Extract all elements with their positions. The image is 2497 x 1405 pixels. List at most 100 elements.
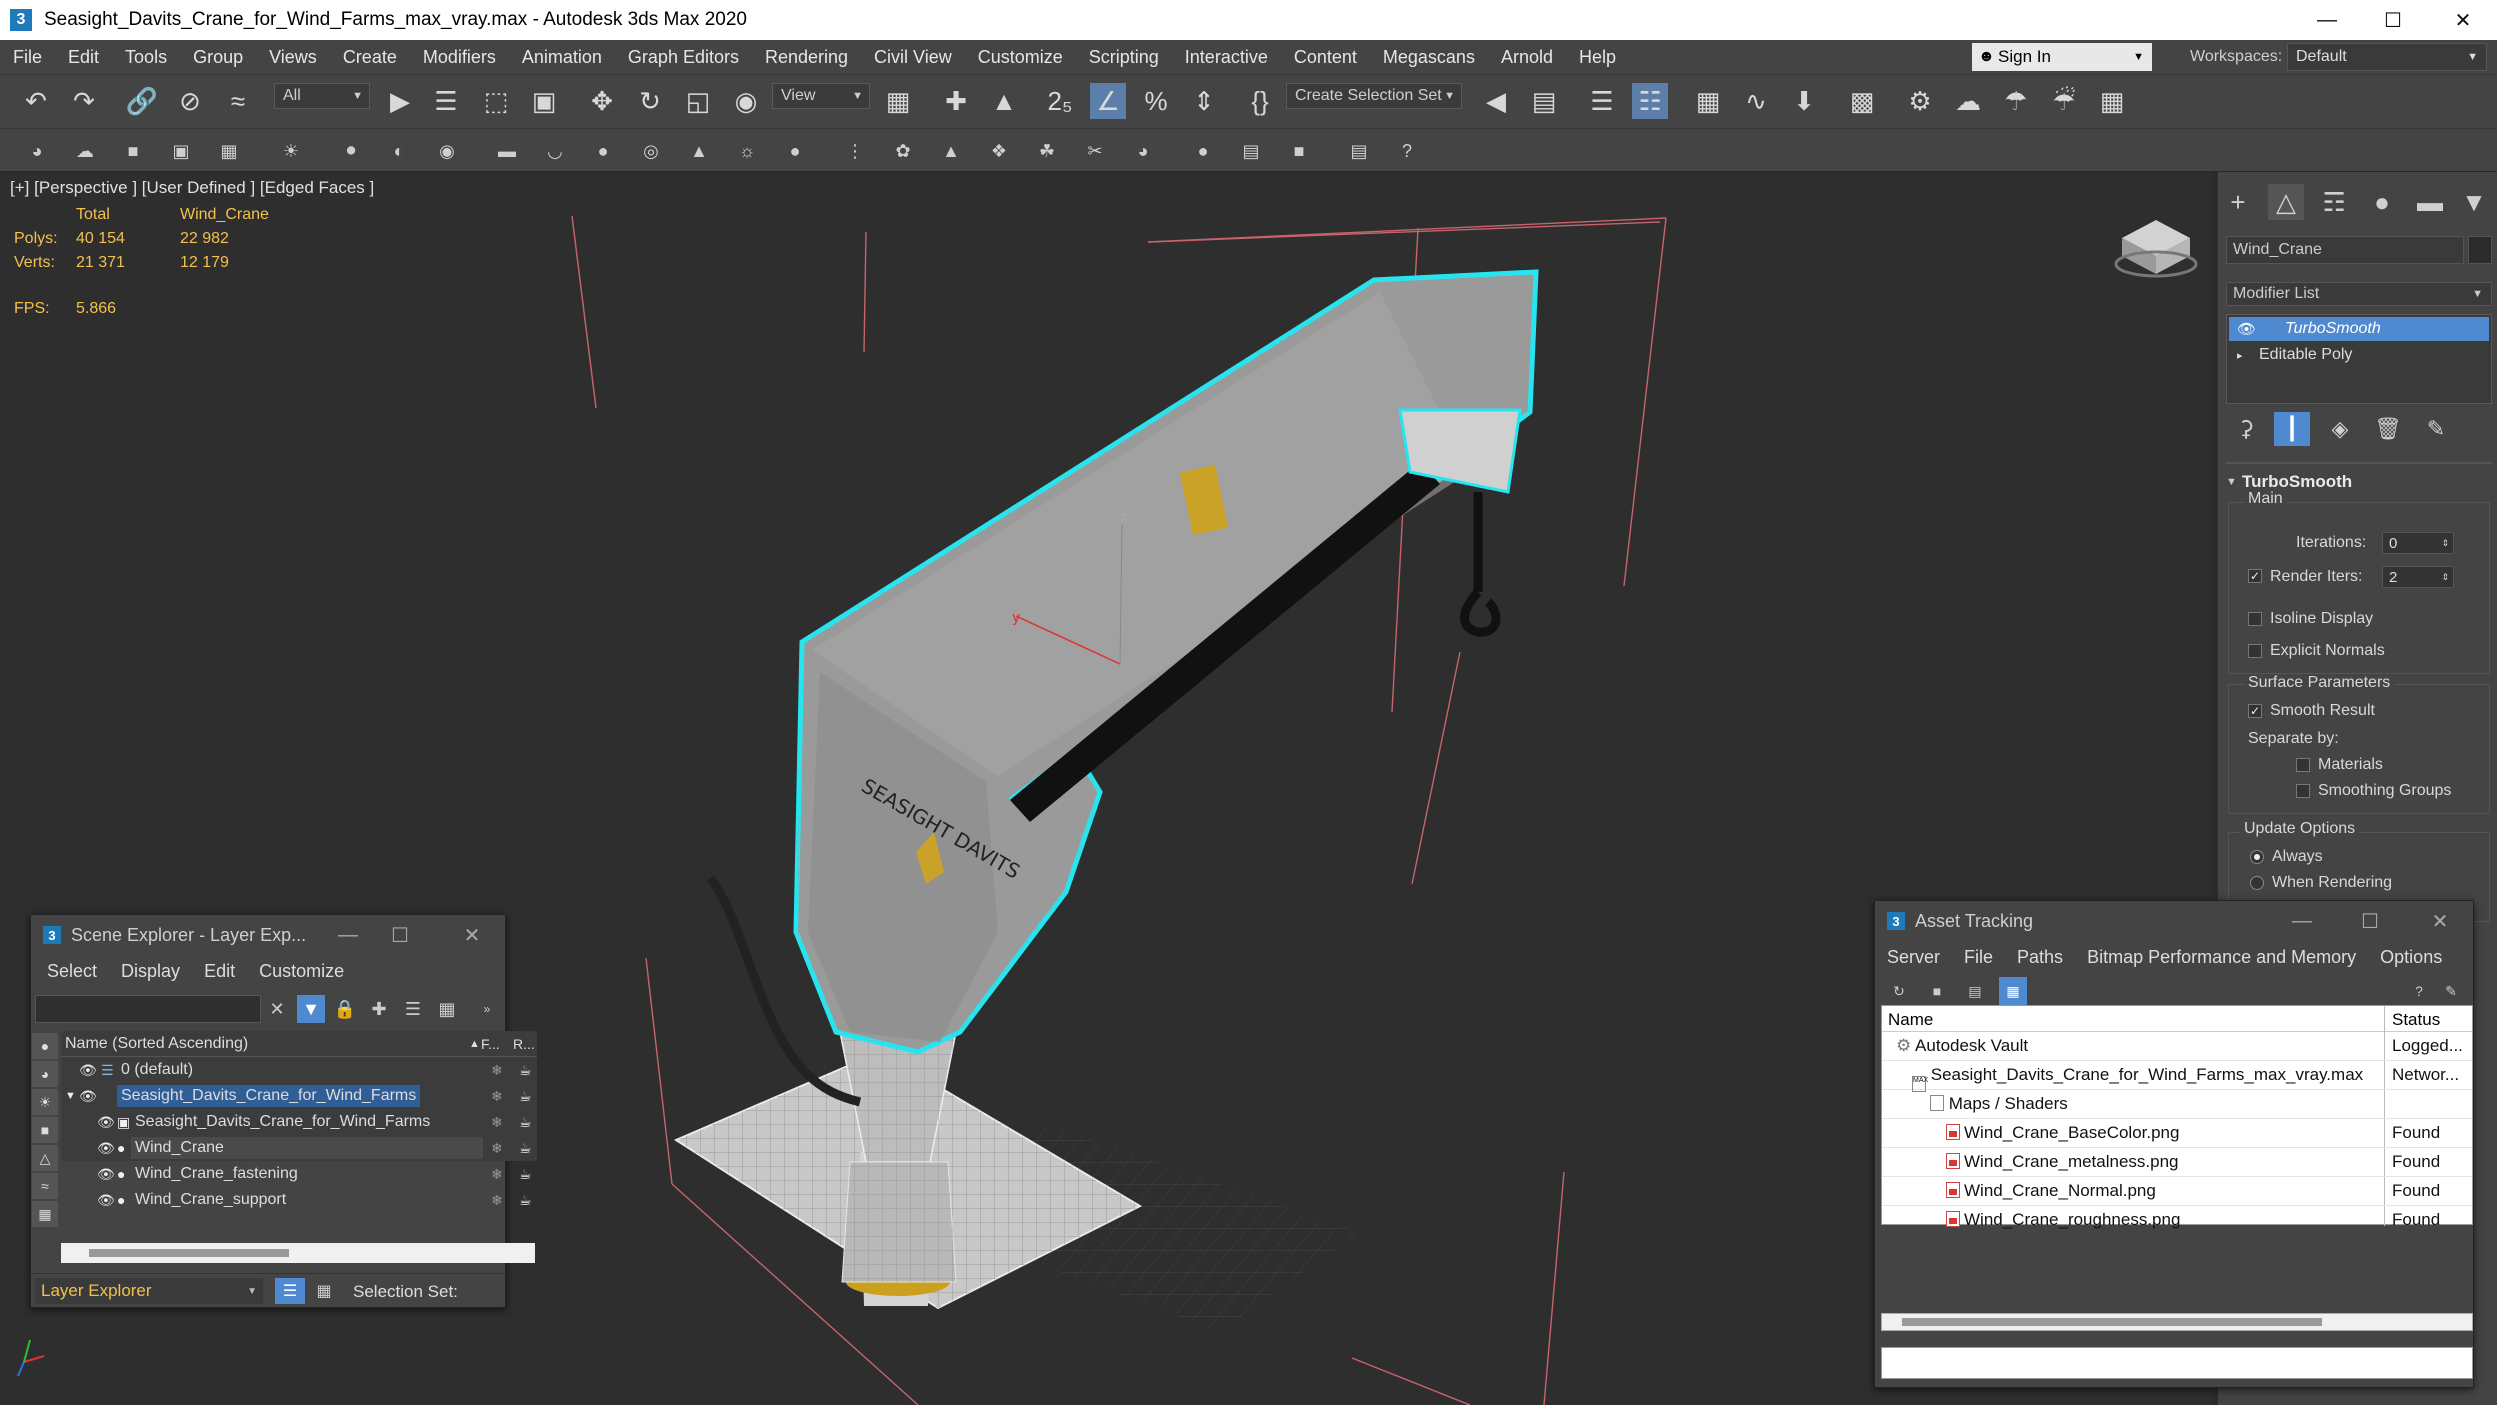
display-geometry-icon[interactable]: ◕ [32, 1061, 58, 1087]
stack-item-turbosmooth[interactable]: 👁 TurboSmooth [2229, 317, 2489, 341]
eye-icon[interactable]: 👁 [79, 1088, 97, 1105]
asset-row[interactable]: Wind_Crane_metalness.png Found [1882, 1148, 2472, 1177]
rendered-frame-window-icon[interactable]: ☁ [1950, 83, 1986, 119]
eye-icon[interactable]: 👁 [97, 1166, 115, 1183]
menu-file[interactable]: File [0, 47, 55, 68]
explicit-normals-checkbox[interactable] [2248, 644, 2262, 658]
object-row[interactable]: 👁 ▣ Seasight_Davits_Crane_for_Wind_Farms… [61, 1109, 537, 1135]
edit-named-selection-icon[interactable]: {} [1242, 83, 1278, 119]
hierarchy-tab-icon[interactable]: ☶ [2316, 184, 2352, 220]
cylinder-icon[interactable]: ▣ [168, 138, 194, 164]
at-col-status[interactable]: Status [2392, 1010, 2440, 1030]
at-menu-options[interactable]: Options [2368, 947, 2454, 968]
particles-icon[interactable]: ⋮ [842, 138, 868, 164]
teapot-icon[interactable]: ◕ [24, 138, 50, 164]
minimize-icon[interactable]: — [331, 919, 365, 951]
display-bones-icon[interactable]: ▦ [32, 1201, 58, 1227]
maximize-icon[interactable]: ☐ [2353, 905, 2387, 937]
render-icon[interactable]: ☕ [519, 1088, 532, 1105]
at-menu-bitmap[interactable]: Bitmap Performance and Memory [2075, 947, 2368, 968]
asset-row[interactable]: Maps / Shaders [1882, 1090, 2472, 1119]
maximize-icon[interactable]: ☐ [383, 919, 417, 951]
show-end-result-icon[interactable]: ┃ [2274, 412, 2310, 446]
freeze-icon[interactable]: ❄ [491, 1140, 503, 1157]
render-icon[interactable]: ☕ [519, 1192, 532, 1209]
display-spacewarps-icon[interactable]: ≈ [32, 1173, 58, 1199]
object-row[interactable]: 👁 ● Wind_Crane ❄ ☕ [61, 1135, 537, 1161]
eye-icon[interactable]: 👁 [97, 1140, 115, 1157]
viewport-label[interactable]: [+] [Perspective ] [User Defined ] [Edge… [10, 178, 374, 198]
scrollbar-thumb[interactable] [89, 1249, 289, 1257]
menu-help[interactable]: Help [1566, 47, 1629, 68]
filter-icon[interactable]: ▼ [297, 995, 325, 1023]
material-editor-icon[interactable]: ▩ [1844, 83, 1880, 119]
modifier-list-dropdown[interactable]: Modifier List ▼ [2226, 282, 2492, 306]
menu-megascans[interactable]: Megascans [1370, 47, 1488, 68]
render-iters-spinner[interactable]: 2 ⇕ [2382, 566, 2454, 588]
se-col-r[interactable]: R... [513, 1036, 535, 1052]
create-tab-icon[interactable]: + [2220, 184, 2256, 220]
layers-icon[interactable]: ☰ [399, 995, 427, 1023]
render-icon[interactable]: ☕ [519, 1062, 532, 1079]
se-col-name[interactable]: Name (Sorted Ascending) [65, 1035, 445, 1053]
globe-icon[interactable]: ● [1190, 138, 1216, 164]
torus-icon[interactable]: ◎ [638, 138, 664, 164]
menu-rendering[interactable]: Rendering [752, 47, 861, 68]
selection-filter-dropdown[interactable]: All ▼ [274, 83, 370, 109]
eye-icon[interactable]: 👁 [79, 1062, 97, 1079]
eye-icon[interactable]: 👁 [97, 1114, 115, 1131]
curve-editor-icon[interactable]: ∿ [1738, 83, 1774, 119]
table-view-icon[interactable]: ▦ [1999, 977, 2027, 1005]
path-input[interactable] [1881, 1347, 2473, 1379]
refresh-icon[interactable]: ↻ [1885, 977, 1913, 1005]
toggle-ribbon-icon[interactable]: ▦ [1690, 83, 1726, 119]
pivot-center-icon[interactable]: ▦ [880, 83, 916, 119]
at-menu-paths[interactable]: Paths [2005, 947, 2075, 968]
sign-in-button[interactable]: ☻ Sign In ▼ [1972, 43, 2152, 71]
schematic-view-icon[interactable]: ⬇ [1786, 83, 1822, 119]
window-crossing-icon[interactable]: ▣ [526, 83, 562, 119]
make-unique-icon[interactable]: ◈ [2322, 412, 2358, 446]
menu-modifiers[interactable]: Modifiers [410, 47, 509, 68]
at-menu-server[interactable]: Server [1875, 947, 1952, 968]
close-icon[interactable]: ✕ [2423, 905, 2457, 937]
volume-icon[interactable]: ◕ [1130, 138, 1156, 164]
display-cameras-icon[interactable]: ■ [32, 1117, 58, 1143]
ball-icon[interactable]: ● [782, 138, 808, 164]
toggle-scene-explorer-icon[interactable]: ☰ [1584, 83, 1620, 119]
align-icon[interactable]: ▤ [1526, 83, 1562, 119]
layer-row[interactable]: 👁 ☰ 0 (default) ❄ ☕ [61, 1057, 537, 1083]
spacewarp-icon[interactable]: ◉ [434, 138, 460, 164]
isoline-display-checkbox[interactable] [2248, 612, 2262, 626]
at-menu-file[interactable]: File [1952, 947, 2005, 968]
box-icon[interactable]: ■ [120, 138, 146, 164]
mirror-icon[interactable]: ◀ [1478, 83, 1514, 119]
clipper-icon[interactable]: ✂ [1082, 138, 1108, 164]
freeze-icon[interactable]: ❄ [491, 1088, 503, 1105]
helper-icon[interactable]: ◐ [386, 138, 412, 164]
menu-views[interactable]: Views [256, 47, 330, 68]
maximize-icon[interactable]: ☐ [2358, 0, 2428, 40]
scale-icon[interactable]: ◱ [680, 83, 716, 119]
se-col-f[interactable]: F... [481, 1036, 500, 1052]
scene-explorer-search-input[interactable] [35, 995, 261, 1023]
always-radio[interactable] [2250, 850, 2264, 864]
sun-icon[interactable]: ☼ [734, 138, 760, 164]
vfb-icon[interactable]: ■ [1286, 138, 1312, 164]
move-icon[interactable]: ✥ [584, 83, 620, 119]
asset-row[interactable]: Wind_Crane_Normal.png Found [1882, 1177, 2472, 1206]
se-menu-edit[interactable]: Edit [192, 961, 247, 982]
render-icon[interactable]: ☕ [519, 1114, 532, 1131]
select-manipulate-icon[interactable]: ✚ [938, 83, 974, 119]
spinner-snap-icon[interactable]: ⇕ [1186, 83, 1222, 119]
toggle-layer-explorer-icon[interactable]: ☷ [1632, 83, 1668, 119]
freeze-icon[interactable]: ❄ [491, 1166, 503, 1183]
object-row[interactable]: 👁 ● Wind_Crane_fastening ❄ ☕ [61, 1161, 537, 1187]
asset-row[interactable]: MAX Seasight_Davits_Crane_for_Wind_Farms… [1882, 1061, 2472, 1092]
render-setup-icon[interactable]: ⚙ [1902, 83, 1938, 119]
hierarchy-icon[interactable]: ▦ [433, 995, 461, 1023]
motion-tab-icon[interactable]: ● [2364, 184, 2400, 220]
settings-icon[interactable]: ✎ [2437, 977, 2465, 1005]
percent-snap-icon[interactable]: % [1138, 83, 1174, 119]
reference-coord-dropdown[interactable]: View ▼ [772, 83, 870, 109]
